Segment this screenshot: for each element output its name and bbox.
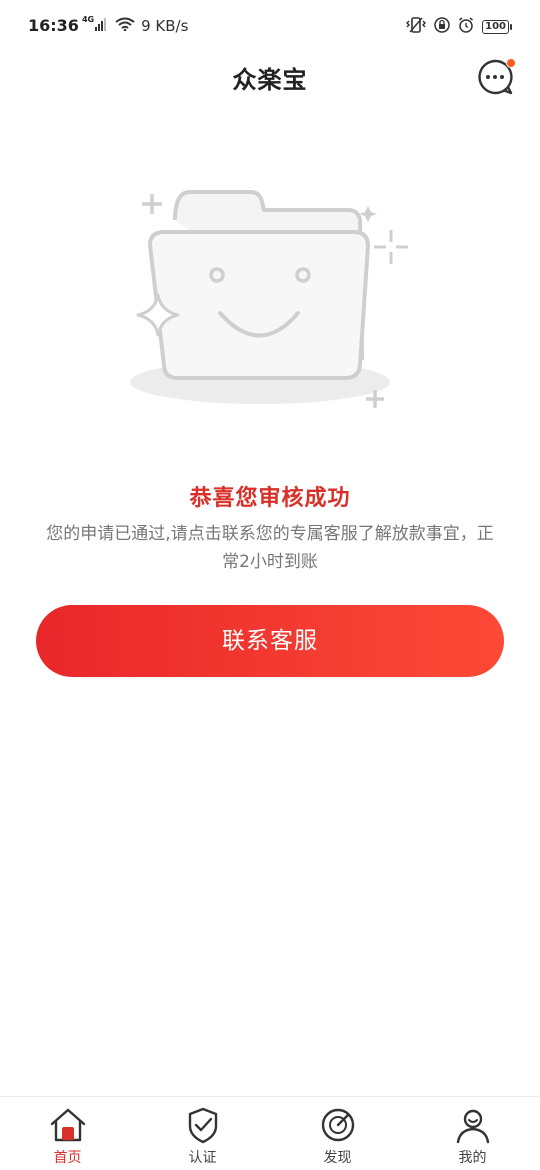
battery-level: 100 bbox=[482, 20, 509, 34]
network-type: 4G bbox=[81, 15, 95, 24]
tab-verify[interactable]: 认证 bbox=[135, 1097, 270, 1170]
status-left: 16:36 4G 9 KB/s bbox=[28, 15, 189, 35]
lock-icon bbox=[434, 17, 450, 37]
vibrate-icon bbox=[406, 16, 427, 38]
notification-dot bbox=[506, 58, 516, 68]
app-header: 众楽宝 bbox=[0, 52, 540, 100]
contact-service-button[interactable]: 联系客服 bbox=[36, 605, 504, 677]
tab-label-profile: 我的 bbox=[458, 1150, 487, 1166]
battery-icon: 100 bbox=[482, 20, 512, 34]
wifi-icon bbox=[115, 16, 135, 35]
home-icon bbox=[50, 1108, 85, 1142]
tab-profile[interactable]: 我的 bbox=[405, 1097, 540, 1170]
user-icon bbox=[456, 1109, 489, 1144]
compass-icon bbox=[321, 1108, 354, 1142]
success-description: 您的申请已通过,请点击联系您的专属客服了解放款事宜，正常2小时到账 bbox=[46, 524, 494, 572]
signal-icon bbox=[95, 16, 107, 35]
page-title: 众楽宝 bbox=[232, 66, 308, 94]
tab-label-verify: 认证 bbox=[188, 1150, 217, 1166]
tab-home[interactable]: 首页 bbox=[0, 1097, 135, 1170]
status-right: 100 bbox=[406, 16, 512, 38]
tab-label-home: 首页 bbox=[53, 1150, 82, 1166]
status-time: 16:36 bbox=[28, 16, 79, 35]
success-illustration bbox=[120, 180, 420, 420]
shield-check-icon bbox=[188, 1107, 217, 1144]
message-button[interactable] bbox=[476, 58, 516, 96]
tab-label-discover: 发现 bbox=[323, 1150, 352, 1166]
network-speed: 9 KB/s bbox=[141, 16, 189, 35]
tab-discover[interactable]: 发现 bbox=[270, 1097, 405, 1170]
status-bar: 16:36 4G 9 KB/s 100 bbox=[0, 0, 540, 52]
alarm-icon bbox=[458, 17, 474, 37]
bottom-tab-bar: 首页 认证 发现 我的 bbox=[0, 1096, 540, 1170]
success-title: 恭喜您审核成功 bbox=[189, 486, 351, 511]
